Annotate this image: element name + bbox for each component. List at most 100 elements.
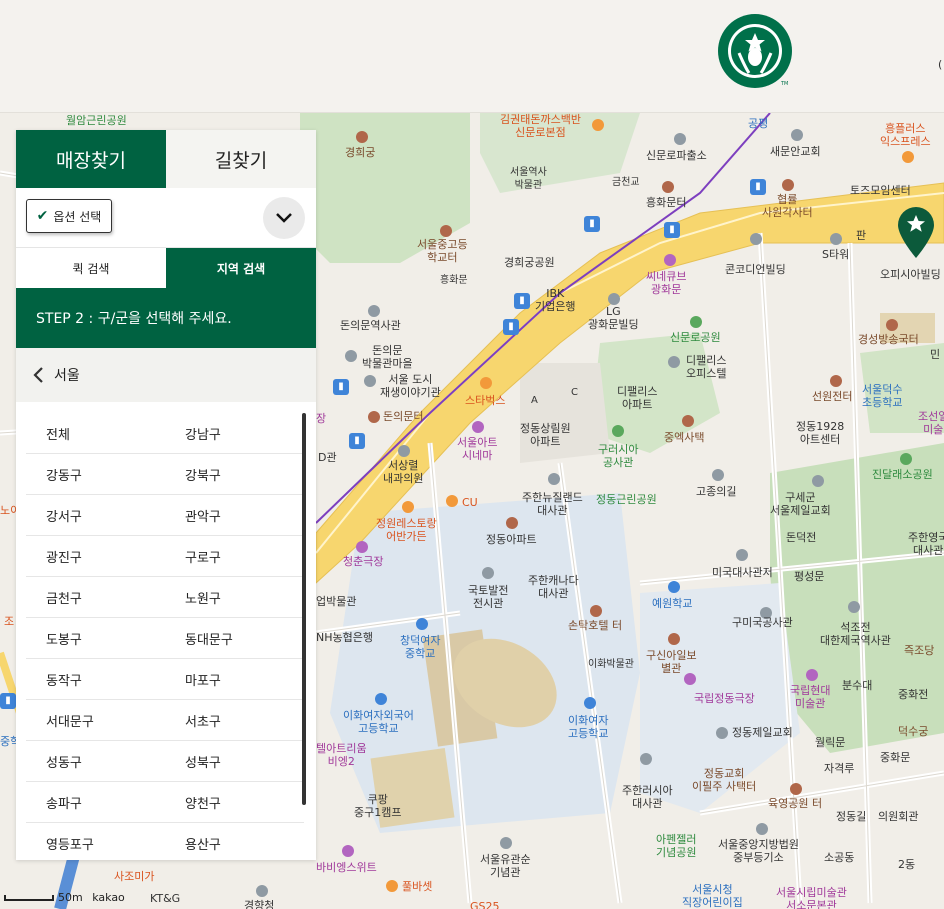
map-label[interactable]: C <box>571 386 578 399</box>
map-label[interactable]: 중엑사택 <box>664 431 704 444</box>
map-label[interactable]: 구세군 서울제일교회 <box>770 491 831 517</box>
map-pin[interactable] <box>368 305 380 317</box>
starbucks-logo[interactable]: TM <box>717 13 793 89</box>
map-label[interactable]: 고종의길 <box>696 485 736 498</box>
map-pin[interactable] <box>364 375 376 387</box>
map-label[interactable]: 구러시아 공사관 <box>598 443 638 469</box>
map-label[interactable]: 서울아트 시네마 <box>457 436 497 462</box>
map-label[interactable]: 정동제일교회 <box>732 726 793 739</box>
map-label[interactable]: 국립정동극장 <box>694 692 755 705</box>
map-label[interactable]: 서울 도시 재생이야기관 <box>380 373 441 399</box>
map-pin[interactable] <box>640 753 652 765</box>
map-pin[interactable] <box>790 783 802 795</box>
map-pin[interactable] <box>584 697 596 709</box>
options-toggle-button[interactable] <box>263 197 305 239</box>
subway-exit-icon[interactable]: ▮ <box>514 293 530 309</box>
map-label[interactable]: CU <box>462 496 478 509</box>
map-pin[interactable] <box>716 727 728 739</box>
map-label[interactable]: 조선일 미술 <box>918 410 944 436</box>
map-pin[interactable] <box>592 119 604 131</box>
map-label[interactable]: 창덕여자 중학교 <box>400 634 440 660</box>
map-label[interactable]: 정동상림원 아파트 <box>520 422 571 448</box>
map-label[interactable]: 장 <box>316 412 326 425</box>
district-item[interactable]: 동작구 <box>26 659 165 699</box>
map-label[interactable]: 덕수궁 <box>898 725 928 738</box>
map-pin[interactable] <box>440 225 452 237</box>
map-label[interactable]: 서울역사 박물관 <box>510 166 547 192</box>
map-pin[interactable] <box>256 885 268 897</box>
map-label[interactable]: 돈의문터 <box>383 410 423 423</box>
map-pin[interactable] <box>682 415 694 427</box>
map-label[interactable]: 청춘극장 <box>343 555 383 568</box>
district-item[interactable]: 동대문구 <box>165 618 304 658</box>
map-label[interactable]: KT&G <box>150 892 180 905</box>
district-item[interactable]: 강북구 <box>165 454 304 494</box>
map-pin[interactable] <box>750 233 762 245</box>
map-label[interactable]: 서울시립미술관 서소문본관 <box>776 886 847 909</box>
map-label[interactable]: 공평 <box>748 117 768 130</box>
district-list-scrollbar[interactable] <box>302 413 306 805</box>
district-item[interactable]: 노원구 <box>165 577 304 617</box>
map-label[interactable]: 서울중고등 학교터 <box>417 238 468 264</box>
map-label[interactable]: 진달래소공원 <box>872 468 933 481</box>
district-item[interactable]: 마포구 <box>165 659 304 699</box>
map-label[interactable]: 오피시아빌딩 <box>880 268 941 281</box>
map-label[interactable]: A <box>531 394 538 407</box>
map-label[interactable]: 분수대 <box>842 679 872 692</box>
map-pin[interactable] <box>712 469 724 481</box>
map-pin[interactable] <box>886 319 898 331</box>
district-item[interactable]: 성동구 <box>26 741 165 781</box>
store-location-marker[interactable] <box>897 207 935 259</box>
map-pin[interactable] <box>782 179 794 191</box>
map-label[interactable]: 소공동 <box>824 851 854 864</box>
map-label[interactable]: 2동 <box>898 858 915 871</box>
map-pin[interactable] <box>668 581 680 593</box>
map-label[interactable]: 사조미가 <box>114 870 154 883</box>
map-pin[interactable] <box>664 254 676 266</box>
map-label[interactable]: 서울중앙지방법원 중부등기소 <box>718 838 799 864</box>
map-label[interactable]: 새문안교회 <box>770 145 821 158</box>
map-pin[interactable] <box>830 233 842 245</box>
map-label[interactable]: 이화여자 고등학교 <box>568 714 608 740</box>
map-label[interactable]: 토즈모임센터 <box>850 184 911 197</box>
map-label[interactable]: 정동1928 아트센터 <box>796 420 844 446</box>
map-pin[interactable] <box>902 151 914 163</box>
map-label[interactable]: 경희궁 <box>345 146 375 159</box>
map-pin[interactable] <box>830 375 842 387</box>
map-pin[interactable] <box>736 549 748 561</box>
map-pin[interactable] <box>446 495 458 507</box>
district-item[interactable]: 영등포구 <box>26 823 165 859</box>
map-label[interactable]: 콘코디언빌딩 <box>725 263 786 276</box>
map-label[interactable]: 풀바셋 <box>402 880 432 893</box>
map-label[interactable]: 씨네큐브 광화문 <box>646 270 686 296</box>
map-pin[interactable] <box>791 129 803 141</box>
district-item[interactable]: 양천구 <box>165 782 304 822</box>
map-label[interactable]: NH농협은행 <box>316 631 373 644</box>
map-label[interactable]: 금천교 <box>612 176 640 189</box>
map-label[interactable]: 경성방송국터 <box>858 333 919 346</box>
map-pin[interactable] <box>500 837 512 849</box>
map-pin[interactable] <box>900 453 912 465</box>
map-pin[interactable] <box>368 411 380 423</box>
map-label[interactable]: 평성문 <box>794 570 824 583</box>
bus-stop-icon[interactable]: ▮ <box>664 222 680 238</box>
bus-stop-icon[interactable]: ▮ <box>750 179 766 195</box>
map-label[interactable]: LG 광화문빌딩 <box>588 305 639 331</box>
map-label[interactable]: 흥플러스 익스프레스 <box>880 122 931 148</box>
map-label[interactable]: 디팰리스 오피스텔 <box>686 354 726 380</box>
map-label[interactable]: 즉조당 <box>904 644 934 657</box>
map-label[interactable]: 흥화문 <box>440 274 468 287</box>
map-pin[interactable] <box>612 425 624 437</box>
map-label[interactable]: 국토발전 전시관 <box>468 584 508 610</box>
map-pin[interactable] <box>506 517 518 529</box>
map-pin[interactable] <box>674 133 686 145</box>
map-label[interactable]: 육영공원 터 <box>768 797 822 810</box>
map-pin[interactable] <box>402 501 414 513</box>
tab-store-search[interactable]: 매장찾기 <box>16 130 166 188</box>
map-label[interactable]: 주한러시아 대사관 <box>622 784 673 810</box>
district-item[interactable]: 구로구 <box>165 536 304 576</box>
map-label[interactable]: 조 <box>4 615 14 628</box>
map-pin[interactable] <box>416 618 428 630</box>
map-label[interactable]: 경향청 <box>244 899 274 909</box>
map-pin[interactable] <box>812 475 824 487</box>
